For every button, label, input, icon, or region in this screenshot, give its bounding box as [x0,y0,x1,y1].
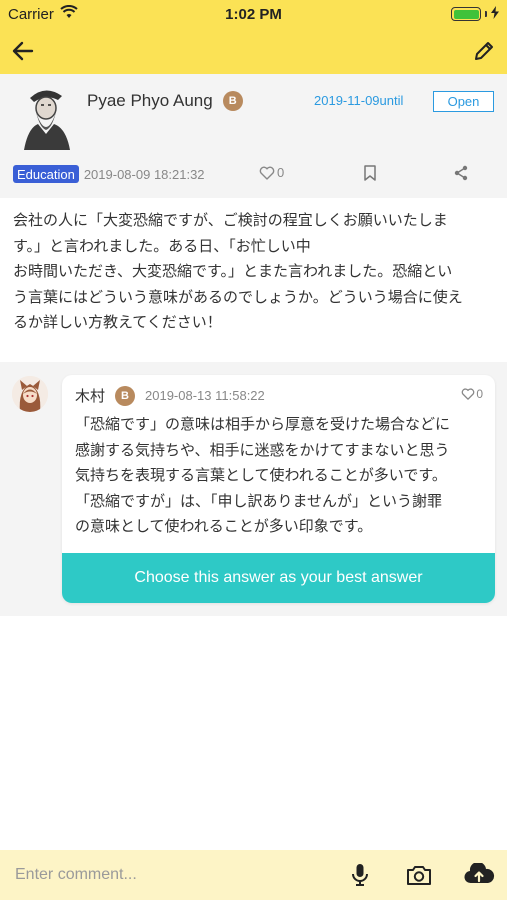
pencil-icon [475,42,493,60]
answer-author-avatar[interactable] [12,376,48,412]
category-tag[interactable]: Education [13,165,79,183]
choose-best-answer-button[interactable]: Choose this answer as your best answer [62,553,495,603]
status-bar: Carrier 1:02 PM [0,0,507,28]
answer-like-button[interactable]: 0 [461,387,483,401]
arrow-left-icon [12,41,34,61]
question-detail-screen: Carrier 1:02 PM Pyae Phyo Aung B 2019-11… [0,0,507,900]
author-avatar[interactable] [16,84,74,152]
answer-author-name[interactable]: 木村 [75,385,105,406]
post-date: 2019-08-09 18:21:32 [83,166,205,182]
back-button[interactable] [10,38,36,64]
bookmark-button[interactable] [363,165,377,186]
open-status-button[interactable]: Open [433,91,494,112]
question-header: Pyae Phyo Aung B 2019-11-09until Open Ed… [0,74,507,198]
answer-header: 木村 B 2019-08-13 11:58:22 [75,385,265,406]
question-line: す。」と言われました。ある日、「お忙しい中 [13,237,311,255]
camera-icon [407,866,431,885]
author-row: Pyae Phyo Aung B [87,91,243,111]
nav-bar [0,28,507,74]
question-line: 会社の人に「大変恐縮ですが、ご検討の程宜しくお願いいたしま [13,212,448,229]
answer-line: 感謝する気持ちや、相手に迷惑をかけてすまないと思う [75,441,450,459]
answer-body: 「恐縮です」の意味は相手から厚意を受けた場合などに 感謝する気持ちや、相手に迷惑… [75,412,485,540]
battery-icon [451,7,481,21]
answer-card: 木村 B 2019-08-13 11:58:22 0 「恐縮です」の意味は相手か… [62,375,495,603]
question-line: るか詳しい方教えてください！ [13,314,222,331]
like-button[interactable]: 0 [259,165,284,180]
deadline-date: 2019-11-09until [314,93,404,108]
question-meta-row: Education 2019-08-09 18:21:32 0 [13,164,493,184]
answer-rank-badge: B [115,385,136,406]
microphone-button[interactable] [346,862,374,888]
comment-bar [0,850,507,900]
author-rank-badge: B [222,91,243,111]
answer-line: 気持ちを表現する言葉として使われることが多いです。 [75,467,447,484]
bookmark-icon [364,165,376,181]
upload-button[interactable] [463,862,495,888]
share-icon [454,165,468,181]
question-body: 会社の人に「大変恐縮ですが、ご検討の程宜しくお願いいたしま す。」と言われました… [13,208,497,336]
heart-icon [259,166,275,180]
question-line: お時間いただき、大変恐縮です。」とまた言われました。恐縮とい [13,263,453,280]
comment-input[interactable] [15,864,315,886]
edit-button[interactable] [471,38,497,64]
camera-button[interactable] [405,862,433,888]
answer-line: 「恐縮ですが」は、「申し訳ありませんが」という謝罪 [75,492,443,510]
cloud-upload-icon [464,863,495,884]
question-line: う言葉にはどういう意味があるのでしょうか。どういう場合に使え [13,288,463,306]
answer-date: 2019-08-13 11:58:22 [145,388,265,403]
answer-line: 「恐縮です」の意味は相手から厚意を受けた場合などに [75,416,451,433]
like-count: 0 [277,165,285,180]
author-name[interactable]: Pyae Phyo Aung [87,91,213,111]
share-button[interactable] [453,165,469,186]
answer-line: の意味として使われることが多い印象です。 [75,518,373,535]
status-time: 1:02 PM [225,5,282,23]
heart-icon [462,388,475,400]
answer-like-count: 0 [476,387,483,401]
microphone-icon [352,864,368,886]
